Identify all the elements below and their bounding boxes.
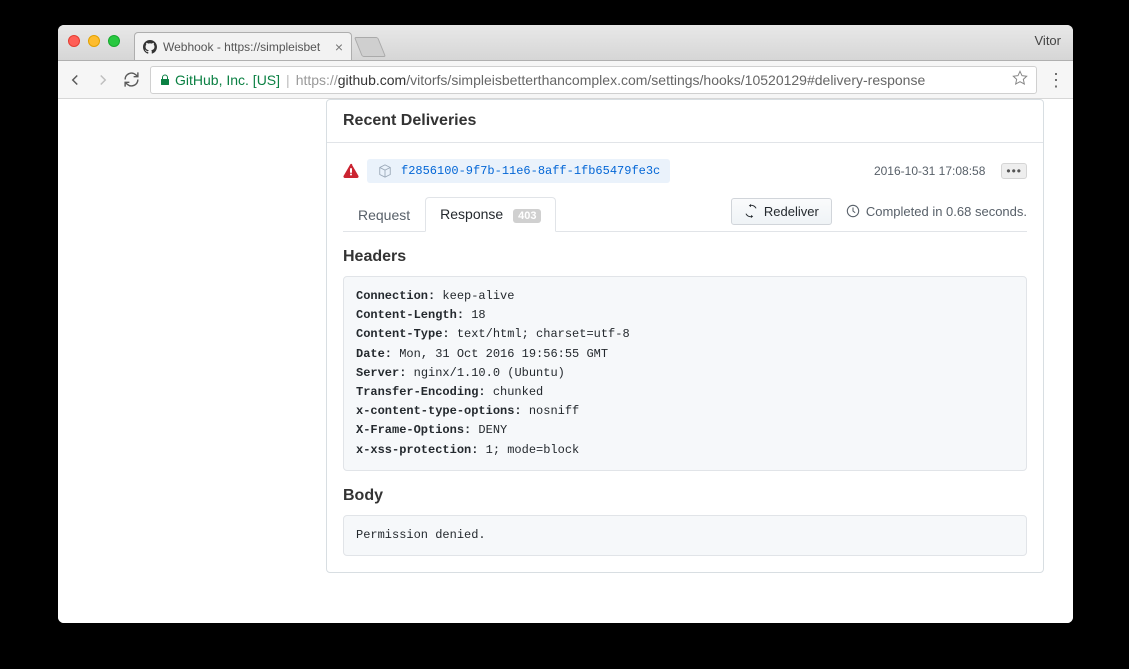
bookmark-star-icon[interactable] xyxy=(1012,70,1028,89)
new-tab-button[interactable] xyxy=(358,37,382,57)
header-key: Content-Length: xyxy=(356,308,464,322)
redeliver-label: Redeliver xyxy=(764,204,819,219)
delivery-expand-button[interactable]: ••• xyxy=(1001,163,1027,179)
recent-deliveries-panel: Recent Deliveries f2856100-9f7b-11e6-8af… xyxy=(326,99,1044,573)
detail-tabs: Request Response 403 Redeliver xyxy=(343,197,1027,232)
header-key: Date: xyxy=(356,347,392,361)
header-value: 1; mode=block xyxy=(478,443,579,457)
ev-badge: GitHub, Inc. [US] xyxy=(175,72,280,88)
profile-name[interactable]: Vitor xyxy=(1035,33,1062,48)
header-key: Transfer-Encoding: xyxy=(356,385,486,399)
package-icon xyxy=(377,163,393,179)
tab-close-icon[interactable]: × xyxy=(335,39,343,55)
header-line: Server: nginx/1.10.0 (Ubuntu) xyxy=(356,364,1014,383)
window-close-button[interactable] xyxy=(68,35,80,47)
toolbar: GitHub, Inc. [US] | https://github.com/v… xyxy=(58,61,1073,99)
header-key: Connection: xyxy=(356,289,435,303)
delivery-id-text: f2856100-9f7b-11e6-8aff-1fb65479fe3c xyxy=(401,164,660,178)
window-minimize-button[interactable] xyxy=(88,35,100,47)
header-line: Date: Mon, 31 Oct 2016 19:56:55 GMT xyxy=(356,345,1014,364)
header-key: x-content-type-options: xyxy=(356,404,522,418)
window-zoom-button[interactable] xyxy=(108,35,120,47)
header-value: Mon, 31 Oct 2016 19:56:55 GMT xyxy=(392,347,608,361)
delivery-timestamp: 2016-10-31 17:08:58 xyxy=(874,164,985,178)
sync-icon xyxy=(744,204,758,218)
clock-icon xyxy=(846,204,860,218)
redeliver-button[interactable]: Redeliver xyxy=(731,198,832,225)
tab-response-label: Response xyxy=(440,206,503,222)
delivery-row[interactable]: f2856100-9f7b-11e6-8aff-1fb65479fe3c 201… xyxy=(343,159,1027,183)
completed-label: Completed in 0.68 seconds. xyxy=(866,204,1027,219)
header-key: x-xss-protection: xyxy=(356,443,478,457)
status-badge: 403 xyxy=(513,209,541,223)
browser-menu-button[interactable]: ⋮ xyxy=(1047,75,1065,85)
header-key: Server: xyxy=(356,366,406,380)
header-value: 18 xyxy=(464,308,486,322)
header-value: text/html; charset=utf-8 xyxy=(450,327,630,341)
headers-box: Connection: keep-aliveContent-Length: 18… xyxy=(343,276,1027,471)
headers-title: Headers xyxy=(343,248,1027,266)
reload-button[interactable] xyxy=(122,71,140,88)
panel-title: Recent Deliveries xyxy=(327,100,1043,143)
header-line: Content-Length: 18 xyxy=(356,306,1014,325)
header-value: chunked xyxy=(486,385,544,399)
tab-response[interactable]: Response 403 xyxy=(425,197,556,232)
browser-chrome: Vitor Webhook - https://simpleisbet × xyxy=(58,25,1073,99)
body-text: Permission denied. xyxy=(356,526,1014,545)
back-button[interactable] xyxy=(66,71,84,89)
header-key: Content-Type: xyxy=(356,327,450,341)
header-value: nosniff xyxy=(522,404,580,418)
header-line: x-content-type-options: nosniff xyxy=(356,402,1014,421)
header-line: X-Frame-Options: DENY xyxy=(356,421,1014,440)
page-viewport: Recent Deliveries f2856100-9f7b-11e6-8af… xyxy=(58,99,1073,623)
tab-request[interactable]: Request xyxy=(343,198,425,231)
titlebar: Vitor Webhook - https://simpleisbet × xyxy=(58,25,1073,61)
browser-window: Vitor Webhook - https://simpleisbet × xyxy=(58,25,1073,623)
alert-icon xyxy=(343,163,359,179)
body-title: Body xyxy=(343,487,1027,505)
tab-title: Webhook - https://simpleisbet xyxy=(163,40,331,54)
header-key: X-Frame-Options: xyxy=(356,423,471,437)
lock-icon xyxy=(159,73,171,87)
header-value: keep-alive xyxy=(435,289,514,303)
url-text: https://github.com/vitorfs/simpleisbette… xyxy=(296,72,926,88)
browser-tab[interactable]: Webhook - https://simpleisbet × xyxy=(134,32,352,60)
header-value: DENY xyxy=(471,423,507,437)
delivery-id-pill[interactable]: f2856100-9f7b-11e6-8aff-1fb65479fe3c xyxy=(367,159,670,183)
body-box: Permission denied. xyxy=(343,515,1027,556)
forward-button[interactable] xyxy=(94,71,112,89)
completed-info: Completed in 0.68 seconds. xyxy=(846,204,1027,219)
address-bar[interactable]: GitHub, Inc. [US] | https://github.com/v… xyxy=(150,66,1037,94)
github-favicon xyxy=(143,40,157,54)
header-line: Content-Type: text/html; charset=utf-8 xyxy=(356,325,1014,344)
header-line: Transfer-Encoding: chunked xyxy=(356,383,1014,402)
url-separator: | xyxy=(286,72,290,88)
header-line: Connection: keep-alive xyxy=(356,287,1014,306)
header-value: nginx/1.10.0 (Ubuntu) xyxy=(406,366,564,380)
header-line: x-xss-protection: 1; mode=block xyxy=(356,441,1014,460)
window-controls xyxy=(68,35,120,47)
